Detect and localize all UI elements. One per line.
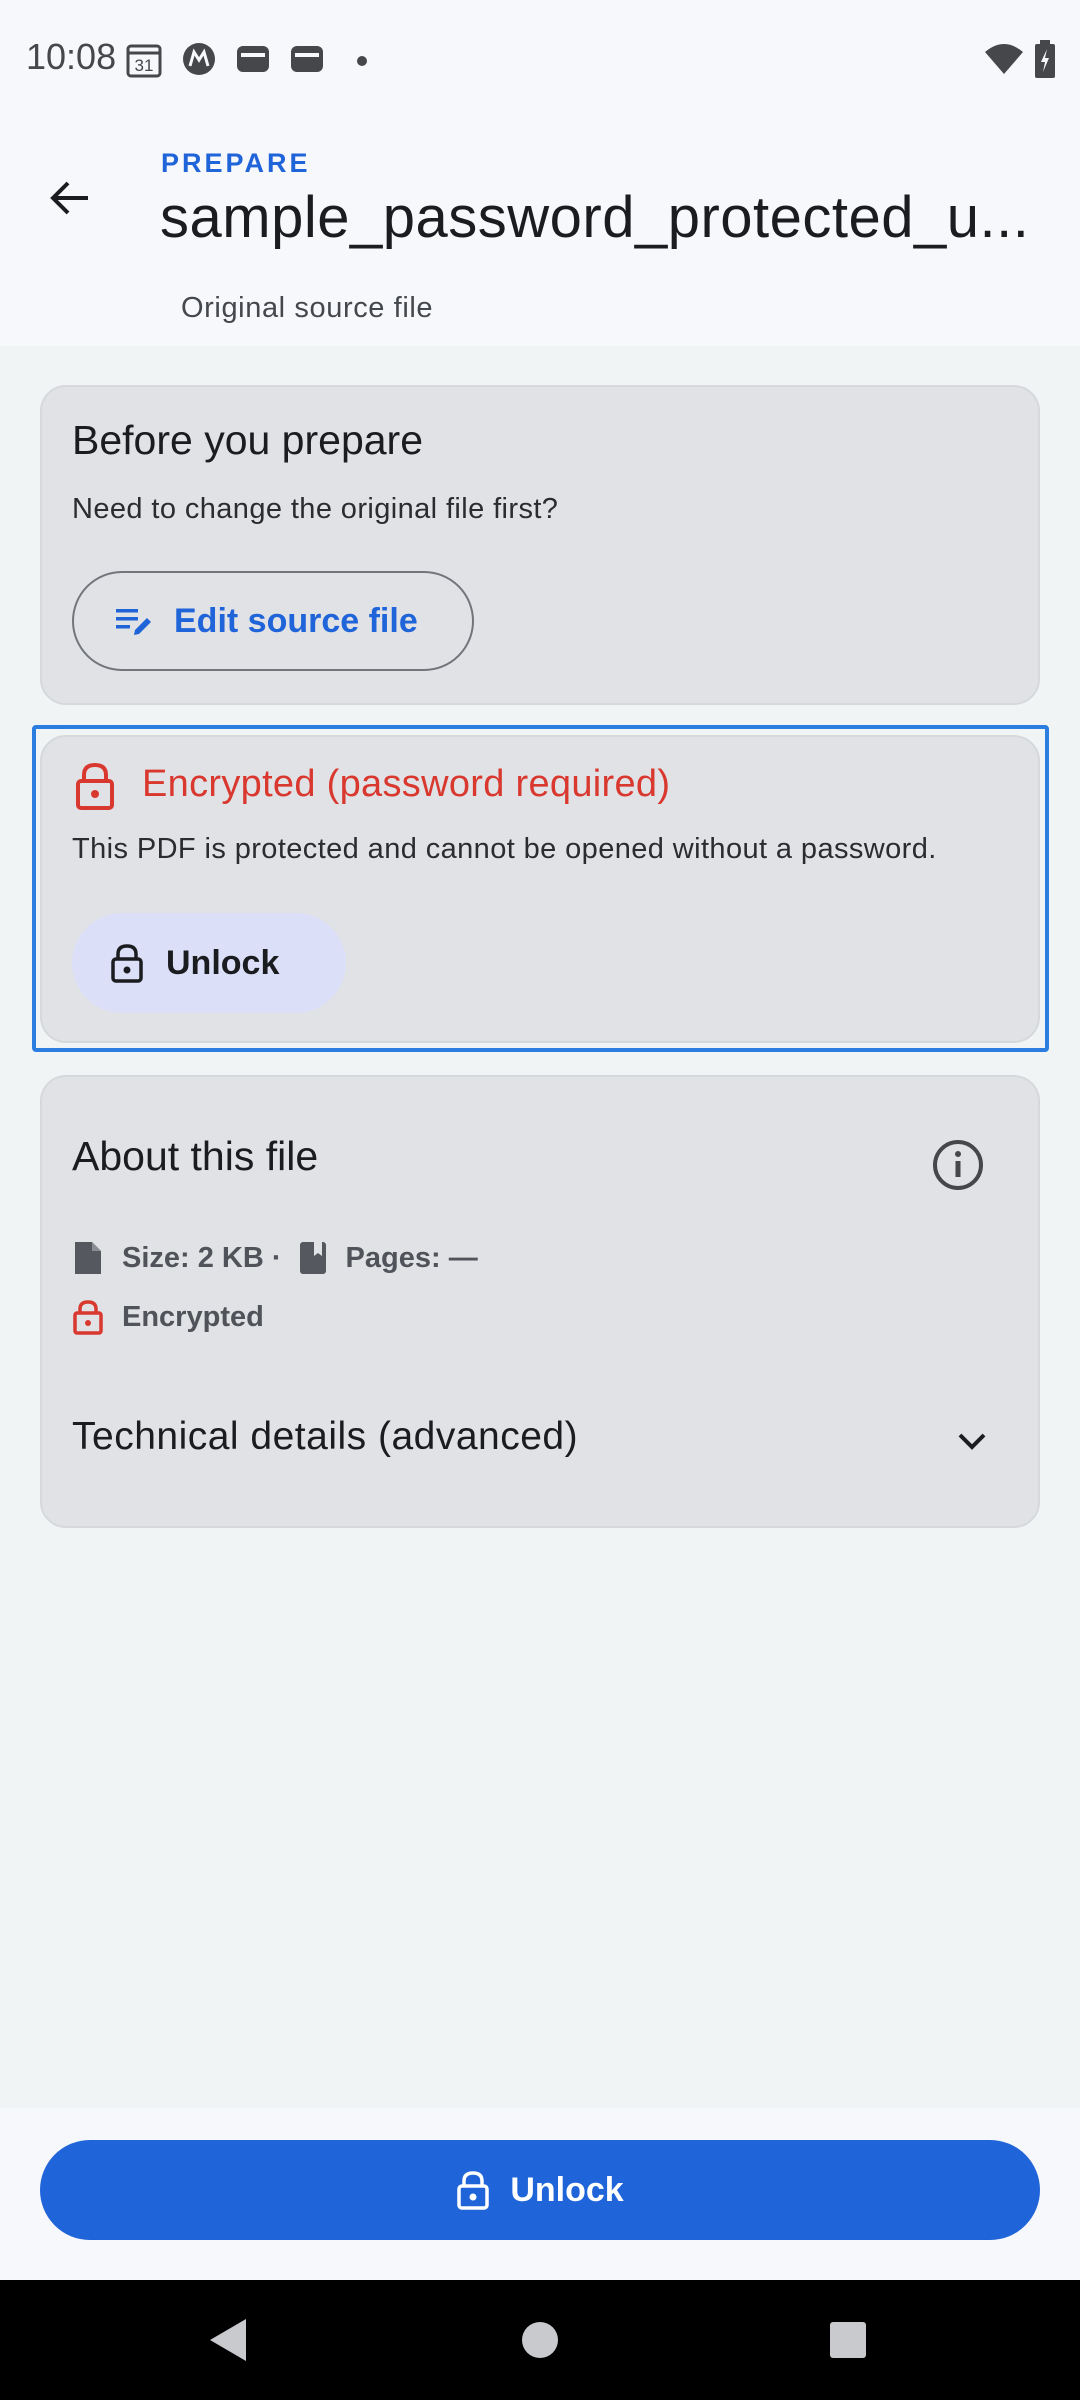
app-header: PREPARE sample_password_protected_u... O… <box>0 120 1080 346</box>
page-eyebrow: PREPARE <box>161 148 311 178</box>
primary-unlock-button[interactable]: Unlock <box>40 2140 1040 2240</box>
wallet-icon <box>236 42 270 81</box>
lock-icon <box>72 1299 104 1335</box>
technical-details-toggle[interactable]: Technical details (advanced) <box>42 1399 1038 1479</box>
nav-home-button[interactable] <box>510 2310 570 2370</box>
page-title: sample_password_protected_u... <box>160 185 1030 250</box>
info-button[interactable] <box>922 1129 994 1201</box>
lock-icon <box>457 2171 490 2210</box>
system-nav-bar <box>0 2280 1080 2400</box>
wifi-icon <box>984 42 1024 81</box>
chevron-down-icon <box>952 1421 992 1466</box>
motorola-icon <box>182 42 216 81</box>
file-size-pages-row: Size: 2 KB · Pages: — <box>72 1240 478 1276</box>
svg-text:31: 31 <box>135 56 154 75</box>
battery-icon <box>1034 40 1056 83</box>
primary-unlock-label: Unlock <box>510 2170 624 2209</box>
edit-source-file-button[interactable]: Edit source file <box>72 571 474 671</box>
about-heading: About this file <box>72 1133 319 1179</box>
nav-back-icon <box>210 2319 246 2361</box>
nav-home-icon <box>522 2322 558 2358</box>
encryption-status: Encrypted <box>122 1300 264 1333</box>
about-file-card: About this file Size: 2 KB · Pages: — En… <box>40 1075 1040 1528</box>
edit-note-icon <box>116 609 151 635</box>
info-icon <box>933 1140 983 1190</box>
wallet-icon <box>290 42 324 81</box>
page-count: Pages: — <box>345 1241 478 1274</box>
calendar-icon: 31 <box>126 42 162 83</box>
status-time: 10:08 <box>26 36 117 77</box>
file-size: Size: 2 KB · <box>122 1241 282 1274</box>
book-icon <box>298 1240 328 1276</box>
nav-back-button[interactable] <box>198 2310 258 2370</box>
edit-source-file-label: Edit source file <box>174 601 418 640</box>
arrow-back-icon <box>50 181 88 215</box>
nav-recents-button[interactable] <box>818 2310 878 2370</box>
bottom-action-bar: Unlock <box>0 2108 1080 2280</box>
prepare-heading: Before you prepare <box>72 417 424 463</box>
dot-icon <box>356 54 368 72</box>
back-button[interactable] <box>36 164 104 232</box>
file-icon <box>72 1240 104 1276</box>
technical-details-label: Technical details (advanced) <box>72 1415 579 1458</box>
status-bar: 10:08 31 <box>0 0 1080 120</box>
page-subtitle: Original source file <box>181 292 434 324</box>
prepare-description: Need to change the original file first? <box>72 493 559 525</box>
prepare-card: Before you prepare Need to change the or… <box>40 385 1040 705</box>
nav-recents-icon <box>830 2322 866 2358</box>
encryption-status-row: Encrypted <box>72 1299 264 1335</box>
focus-highlight <box>32 725 1049 1052</box>
